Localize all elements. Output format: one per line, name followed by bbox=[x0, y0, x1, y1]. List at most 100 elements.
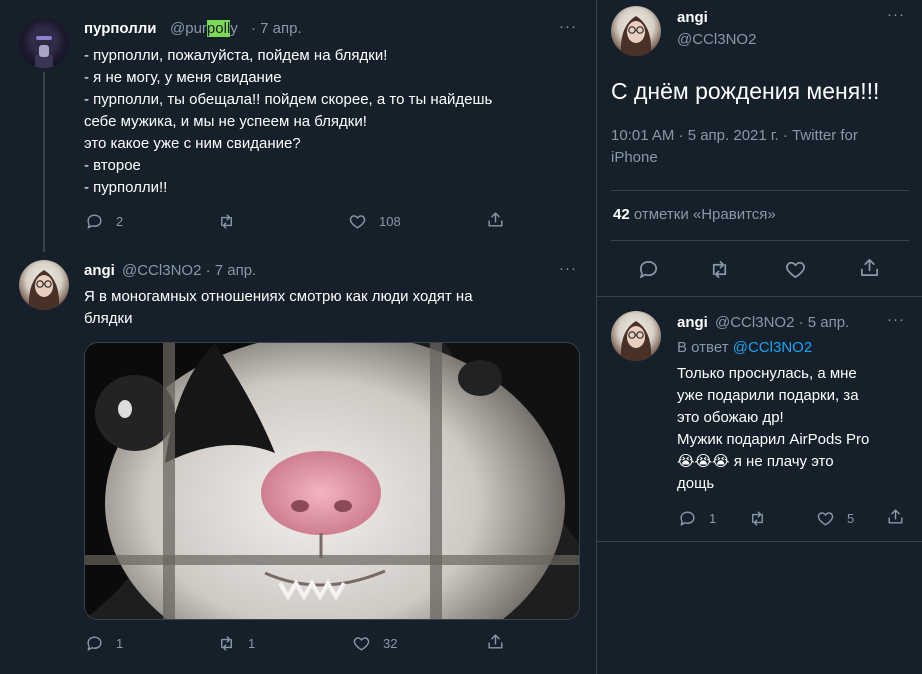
tweet-line: - пурполли, ты обещала!! пойдем скорее, … bbox=[84, 91, 493, 108]
more-icon[interactable]: ··· bbox=[887, 311, 905, 328]
tweet-line: - я не могу, у меня свидание bbox=[84, 69, 282, 86]
tweet-line: Мужик подарил AirPods Pro bbox=[677, 431, 870, 448]
avatar-angi[interactable] bbox=[611, 6, 661, 56]
reply-button[interactable]: 1 bbox=[678, 509, 716, 528]
reply-icon bbox=[87, 214, 102, 229]
divider bbox=[611, 240, 909, 241]
author-name[interactable]: angi bbox=[677, 314, 708, 331]
tweet-line: Только проснулась, а мне bbox=[677, 365, 857, 382]
reply-count: 2 bbox=[116, 214, 124, 229]
author-handle[interactable]: @purpolly bbox=[170, 20, 238, 37]
tweet-line: - пурполли, пожалуйста, пойдем на блядки… bbox=[84, 47, 388, 64]
like-button[interactable] bbox=[784, 258, 807, 281]
tweet-line: Я в моногамных отношениях смотрю как люд… bbox=[84, 288, 473, 305]
retweet-icon bbox=[752, 511, 763, 526]
tweet-line: дощь bbox=[677, 475, 715, 492]
like-button[interactable]: 108 bbox=[348, 212, 401, 231]
share-button[interactable] bbox=[858, 256, 881, 279]
likes-number: 42 bbox=[613, 206, 630, 223]
more-icon[interactable]: ··· bbox=[887, 6, 905, 23]
retweet-button[interactable] bbox=[217, 212, 236, 231]
tweet-line: себе мужика, и мы не успеем на блядки! bbox=[84, 113, 367, 130]
like-icon bbox=[349, 215, 366, 229]
handle-part: @pur bbox=[170, 20, 207, 37]
like-count: 5 bbox=[847, 511, 855, 526]
tweet-line: это какое уже с ним свидание? bbox=[84, 135, 301, 152]
retweet-button[interactable] bbox=[748, 509, 767, 528]
reply-button[interactable]: 2 bbox=[85, 212, 123, 231]
author-name[interactable]: angi bbox=[677, 9, 708, 26]
author-handle[interactable]: @CCl3NO2 bbox=[677, 31, 756, 48]
tweet-purpolly[interactable]: пурполли @purpolly · 7 апр. ··· - пурпол… bbox=[0, 0, 596, 252]
avatar-purpolly[interactable] bbox=[19, 18, 69, 68]
tweet-birthday: angi @CCl3NO2 ··· С днём рождения меня!!… bbox=[597, 0, 922, 296]
tweet-text: С днём рождения меня!!! bbox=[611, 78, 880, 104]
tweet-reply[interactable]: angi @CCl3NO2 · 5 апр. ··· В ответ @CCl3… bbox=[597, 297, 922, 541]
divider bbox=[611, 190, 909, 191]
avatar-angi[interactable] bbox=[19, 260, 69, 310]
tweet-line: - второе bbox=[84, 157, 141, 174]
more-icon[interactable]: ··· bbox=[559, 18, 577, 35]
reply-count: 1 bbox=[116, 636, 124, 651]
author-handle-date[interactable]: @CCl3NO2 · 5 апр. bbox=[715, 314, 849, 331]
share-button[interactable] bbox=[886, 507, 905, 526]
reply-to-prefix: В ответ bbox=[677, 339, 729, 356]
tweet-text: Только проснулась, а мне уже подарили по… bbox=[677, 363, 917, 495]
reply-to-handle-link[interactable]: @CCl3NO2 bbox=[733, 339, 812, 356]
tweet-line: - пурполли!! bbox=[84, 179, 168, 196]
avatar-angi-image bbox=[28, 270, 60, 310]
tweet-timestamp[interactable]: 10:01 AM · 5 апр. 2021 г. · Twitter for … bbox=[611, 125, 911, 169]
timestamp-line: 10:01 AM · 5 апр. 2021 г. · Twitter for bbox=[611, 127, 858, 144]
likes-label: отметки «Нравится» bbox=[633, 206, 776, 223]
author-name[interactable]: angi bbox=[84, 262, 115, 279]
avatar-angi-image bbox=[620, 321, 652, 361]
retweet-count: 1 bbox=[248, 636, 256, 651]
tweet-line: блядки bbox=[84, 310, 133, 327]
reply-icon bbox=[639, 260, 658, 279]
like-icon bbox=[817, 512, 834, 526]
share-icon bbox=[488, 634, 503, 649]
reply-icon bbox=[680, 511, 695, 526]
tweet-text: Я в моногамных отношениях смотрю как люд… bbox=[84, 286, 564, 330]
like-count: 32 bbox=[383, 636, 398, 651]
handle-highlight: poll bbox=[206, 20, 231, 37]
tweet-media-cat-photo[interactable] bbox=[84, 342, 580, 620]
avatar-purpolly-image bbox=[34, 28, 54, 68]
left-timeline: пурполли @purpolly · 7 апр. ··· - пурпол… bbox=[0, 0, 596, 674]
reply-to: В ответ @CCl3NO2 bbox=[677, 339, 812, 356]
share-button[interactable] bbox=[486, 632, 505, 651]
share-button[interactable] bbox=[486, 210, 505, 229]
more-icon[interactable]: ··· bbox=[559, 260, 577, 277]
tweet-angi-left[interactable]: angi @CCl3NO2 · 7 апр. ··· Я в моногамны… bbox=[0, 250, 596, 674]
reply-count: 1 bbox=[709, 511, 717, 526]
author-name[interactable]: пурполли bbox=[84, 20, 157, 37]
retweet-icon bbox=[712, 260, 727, 279]
tweet-line: уже подарили подарки, за bbox=[677, 387, 859, 404]
timestamp-line: iPhone bbox=[611, 149, 658, 166]
avatar-angi[interactable] bbox=[611, 311, 661, 361]
section-divider bbox=[597, 541, 922, 542]
retweet-icon bbox=[221, 214, 232, 229]
retweet-button[interactable]: 1 bbox=[217, 634, 255, 653]
reply-button[interactable]: 1 bbox=[85, 634, 123, 653]
share-icon bbox=[888, 509, 903, 524]
like-button[interactable]: 32 bbox=[352, 634, 397, 653]
likes-summary[interactable]: 42 отметки «Нравится» bbox=[613, 206, 776, 223]
like-button[interactable]: 5 bbox=[816, 509, 854, 528]
right-tweet-detail: angi @CCl3NO2 ··· С днём рождения меня!!… bbox=[596, 0, 922, 674]
share-icon bbox=[860, 258, 879, 277]
retweet-button[interactable] bbox=[708, 258, 731, 281]
handle-part: y bbox=[230, 20, 238, 37]
cat-photo-image bbox=[85, 343, 579, 619]
tweet-line: 😭😭😭 я не плачу это bbox=[677, 453, 834, 470]
reply-button[interactable] bbox=[637, 258, 660, 281]
reply-icon bbox=[87, 636, 102, 651]
tweet-line: это обожаю др! bbox=[677, 409, 784, 426]
like-count: 108 bbox=[379, 214, 401, 229]
share-icon bbox=[488, 212, 503, 227]
tweet-date[interactable]: · 7 апр. bbox=[251, 20, 302, 37]
tweet-text: - пурполли, пожалуйста, пойдем на блядки… bbox=[84, 45, 564, 199]
retweet-icon bbox=[221, 636, 232, 651]
like-icon bbox=[786, 261, 805, 279]
author-handle-date[interactable]: @CCl3NO2 · 7 апр. bbox=[122, 262, 256, 279]
